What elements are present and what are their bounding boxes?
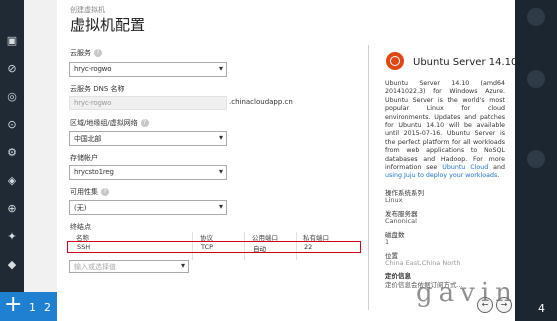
- right-rail: [515, 0, 557, 321]
- dns-suffix: .chinacloudapp.cn: [229, 98, 293, 106]
- endpoint-name: SSH: [77, 243, 91, 251]
- storage-select[interactable]: hrycsto1reg ▾: [69, 165, 227, 180]
- rail-dot: [527, 70, 545, 88]
- disks-value: 1: [385, 238, 390, 246]
- cloud-service-label: 云服务?: [70, 48, 102, 58]
- new-endpoint-select[interactable]: 输入或选择值 ▾: [69, 260, 189, 273]
- chevron-down-icon: ▾: [218, 202, 223, 211]
- region-select[interactable]: 中国北部 ▾: [69, 131, 227, 146]
- question-icon[interactable]: ?: [94, 49, 102, 57]
- dns-name-label: 云服务 DNS 名称: [70, 85, 125, 93]
- table-row[interactable]: SSH TCP 自动 22: [67, 241, 361, 253]
- endpoint-protocol: TCP: [201, 243, 214, 251]
- ubuntu-logo: [386, 52, 404, 70]
- chevron-down-icon: ▾: [218, 64, 223, 73]
- location-value: China East,China North: [385, 259, 461, 267]
- endpoint-public-port: 自动: [253, 245, 266, 253]
- plus-icon[interactable]: +: [4, 293, 22, 317]
- availability-set-label: 可用性集?: [70, 187, 109, 197]
- question-icon[interactable]: ?: [101, 188, 109, 196]
- nav-icon[interactable]: ⊙: [5, 118, 19, 132]
- dns-name-input[interactable]: hryc-rogwo: [69, 96, 227, 110]
- watermark: gavin: [416, 278, 518, 308]
- page-title: 虚拟机配置: [70, 16, 146, 34]
- nav-icon[interactable]: ◈: [5, 174, 19, 188]
- nav-icon[interactable]: ⊘: [5, 62, 19, 76]
- availability-set-select[interactable]: (无) ▾: [69, 200, 227, 215]
- storage-label: 存储帐户: [70, 154, 98, 162]
- left-nav-rail: ▣ ⊘ ◎ ⊙ ⚙ ◈ ⊕ ✦ ◆: [0, 0, 24, 321]
- wizard-step-track: [24, 0, 57, 292]
- question-icon[interactable]: ?: [140, 119, 149, 127]
- chevron-down-icon: ▾: [180, 261, 185, 270]
- ubuntu-cloud-link[interactable]: Ubuntu Cloud: [442, 164, 488, 171]
- nav-icon[interactable]: ◆: [5, 258, 19, 272]
- info-title: Ubuntu Server 14.10: [413, 57, 518, 68]
- step-1[interactable]: 1: [29, 302, 36, 314]
- nav-icon[interactable]: ⊕: [5, 202, 19, 216]
- info-description: Ubuntu Server 14.10 (amd64 20141022.3) f…: [385, 80, 505, 180]
- publisher-value: Canonical: [385, 217, 417, 225]
- step-2[interactable]: 2: [44, 302, 51, 314]
- juju-link[interactable]: using Juju to deploy your workloads: [385, 172, 497, 179]
- region-label: 区域/地缘组/虚拟网络?: [70, 118, 149, 128]
- wizard-step-bar: + 1 2: [0, 292, 57, 321]
- nav-icon[interactable]: ▣: [5, 34, 19, 48]
- step-4[interactable]: 4: [538, 302, 545, 315]
- endpoint-private-port: 22: [304, 243, 313, 251]
- os-family-value: Linux: [385, 196, 403, 204]
- rail-dot: [527, 150, 545, 168]
- cloud-service-select[interactable]: hryc-rogwo ▾: [69, 62, 227, 77]
- rail-dot: [527, 8, 545, 26]
- chevron-down-icon: ▾: [218, 133, 223, 142]
- endpoints-label: 终结点: [70, 223, 91, 231]
- nav-icon[interactable]: ◎: [5, 90, 19, 104]
- nav-icon[interactable]: ✦: [5, 230, 19, 244]
- nav-icon[interactable]: ⚙: [5, 146, 19, 160]
- chevron-down-icon: ▾: [218, 167, 223, 176]
